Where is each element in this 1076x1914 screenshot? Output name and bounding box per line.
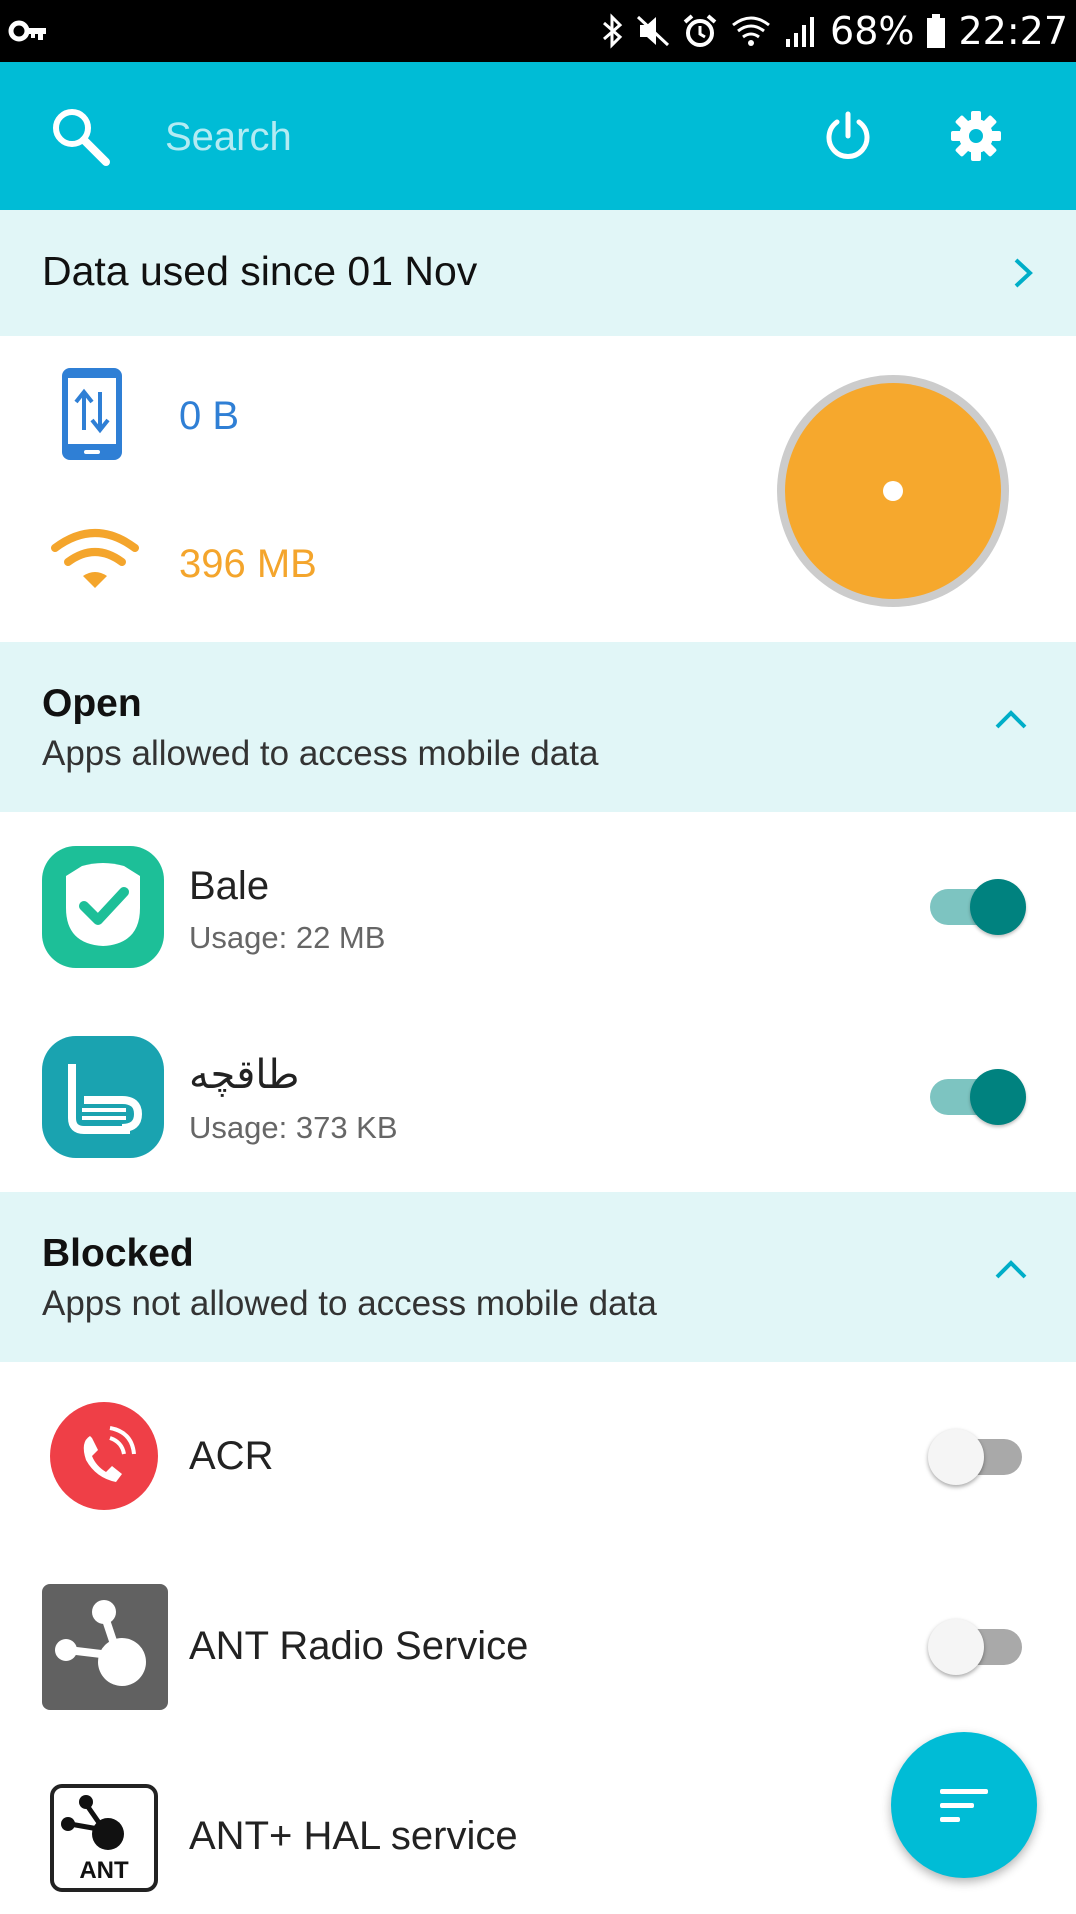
- gear-icon[interactable]: [950, 110, 1002, 162]
- chevron-up-icon[interactable]: [994, 708, 1028, 730]
- app-usage: Usage: 373 KB: [189, 1110, 398, 1145]
- open-title: Open: [42, 682, 142, 725]
- battery-icon: [927, 14, 946, 48]
- blocked-section-header[interactable]: Blocked Apps not allowed to access mobil…: [0, 1192, 1076, 1362]
- toggle-thumb: [970, 879, 1026, 935]
- app-name: Bale: [189, 864, 270, 908]
- search-icon[interactable]: [48, 104, 112, 168]
- app-name: طاقچه: [189, 1053, 300, 1097]
- filter-fab-button[interactable]: [891, 1732, 1037, 1878]
- taaghche-toggle[interactable]: [930, 1069, 1026, 1125]
- toggle-thumb: [970, 1069, 1026, 1125]
- chevron-right-icon: [1014, 258, 1033, 288]
- vpn-key-icon: [8, 20, 46, 42]
- app-row-acr[interactable]: ACR: [0, 1362, 1076, 1552]
- chevron-up-icon[interactable]: [994, 1258, 1028, 1280]
- app-row-ant-radio[interactable]: ANT Radio Service: [0, 1552, 1076, 1742]
- status-bar: 68% 22:27: [0, 0, 1076, 62]
- alarm-icon: [683, 14, 717, 47]
- open-section-header[interactable]: Open Apps allowed to access mobile data: [0, 642, 1076, 812]
- taaghche-app-icon: [42, 1036, 164, 1158]
- open-subtitle: Apps allowed to access mobile data: [42, 734, 599, 773]
- app-row-taaghche[interactable]: طاقچه Usage: 373 KB: [0, 1002, 1076, 1192]
- acr-app-icon: [50, 1402, 158, 1510]
- signal-icon: [786, 17, 815, 47]
- wifi-data-value: 396 MB: [179, 542, 317, 586]
- ant-radio-toggle[interactable]: [928, 1619, 1022, 1675]
- mute-icon: [636, 15, 670, 47]
- sort-icon: [940, 1789, 988, 1822]
- mobile-data-value: 0 B: [179, 394, 240, 438]
- app-row-bale[interactable]: Bale Usage: 22 MB: [0, 812, 1076, 1002]
- ant-radio-app-icon: [42, 1584, 168, 1710]
- data-used-title: Data used since 01 Nov: [42, 248, 478, 294]
- search-input[interactable]: [163, 104, 767, 170]
- usage-summary: 0 B 396 MB: [0, 336, 1076, 642]
- acr-toggle[interactable]: [928, 1429, 1022, 1485]
- wifi-icon: [51, 529, 139, 588]
- toolbar: [0, 62, 1076, 210]
- app-name: ACR: [189, 1434, 274, 1478]
- blocked-title: Blocked: [42, 1232, 194, 1275]
- ant-logo-text: ANT: [79, 1857, 129, 1884]
- toggle-thumb: [928, 1619, 984, 1675]
- bale-toggle[interactable]: [930, 879, 1026, 935]
- usage-pie-chart: [777, 375, 1009, 607]
- toggle-thumb: [928, 1429, 984, 1485]
- bluetooth-icon: [603, 13, 623, 49]
- app-name: ANT Radio Service: [189, 1624, 529, 1668]
- power-icon[interactable]: [822, 110, 874, 162]
- bale-app-icon: [42, 846, 164, 968]
- data-used-header[interactable]: Data used since 01 Nov: [0, 210, 1076, 336]
- wifi-icon: [732, 16, 770, 46]
- mobile-data-icon: [62, 368, 122, 460]
- blocked-subtitle: Apps not allowed to access mobile data: [42, 1284, 657, 1323]
- ant-hal-app-icon: ANT: [50, 1784, 158, 1892]
- clock: 22:27: [958, 9, 1068, 53]
- battery-percent: 68%: [830, 9, 915, 53]
- app-usage: Usage: 22 MB: [189, 920, 386, 955]
- app-name: ANT+ HAL service: [189, 1814, 518, 1858]
